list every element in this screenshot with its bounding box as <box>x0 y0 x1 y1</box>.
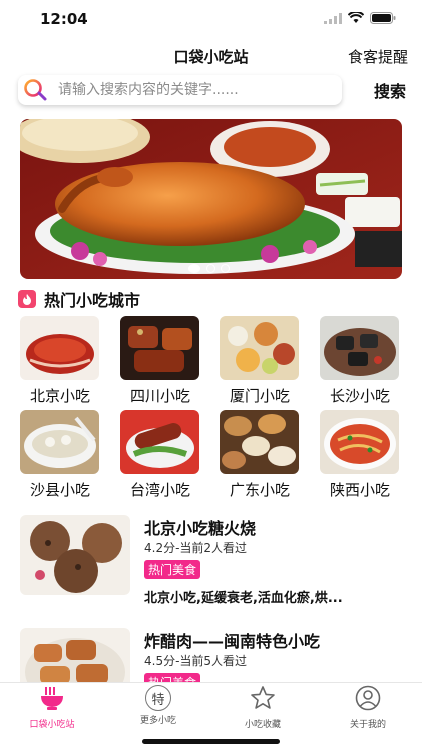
status-bar: 12:04 <box>0 0 422 40</box>
article-photo <box>20 515 130 595</box>
tab-home[interactable]: 口袋小吃站 <box>2 685 102 730</box>
home-indicator <box>142 739 280 744</box>
tab-bar: 口袋小吃站 特 更多小吃 小吃收藏 关于我的 <box>0 682 422 750</box>
city-item-changsha[interactable]: 长沙小吃 <box>320 316 400 406</box>
article-item[interactable]: 北京小吃糖火烧 4.2分-当前2人看过 热门美食 北京小吃,延缓衰老,活血化瘀,… <box>20 515 405 615</box>
article-meta: 4.5分-当前5人看过 <box>144 654 248 668</box>
carousel-dots <box>188 264 230 273</box>
search-button[interactable]: 搜索 <box>374 78 406 102</box>
search-icon <box>24 79 47 101</box>
signal-icon <box>324 12 342 24</box>
city-item-beijing[interactable]: 北京小吃 <box>20 316 100 406</box>
city-photo <box>120 316 199 380</box>
city-item-taiwan[interactable]: 台湾小吃 <box>120 410 200 500</box>
hot-cities-header: 热门小吃城市 <box>18 287 140 311</box>
special-badge-icon: 特 <box>145 685 171 711</box>
city-photo <box>20 410 99 474</box>
noodle-bowl-icon <box>41 687 63 710</box>
city-name: 厦门小吃 <box>229 387 290 405</box>
city-item-guangdong[interactable]: 广东小吃 <box>220 410 300 500</box>
city-name: 北京小吃 <box>29 387 90 405</box>
nav-bar: 口袋小吃站 食客提醒 <box>0 40 422 74</box>
city-item-sichuan[interactable]: 四川小吃 <box>120 316 200 406</box>
article-title: 炸醋肉——闽南特色小吃 <box>144 632 321 651</box>
section-title: 热门小吃城市 <box>44 291 141 310</box>
star-icon <box>251 686 275 709</box>
search-input[interactable] <box>58 75 334 105</box>
article-meta: 4.2分-当前2人看过 <box>144 541 248 555</box>
search-row: 搜索 <box>18 75 408 107</box>
city-photo <box>20 316 99 380</box>
wifi-icon <box>348 12 364 23</box>
carousel-dot[interactable] <box>206 264 215 273</box>
city-name: 长沙小吃 <box>329 387 390 405</box>
city-photo <box>220 410 299 474</box>
fire-icon <box>18 290 36 308</box>
banner-carousel[interactable] <box>20 119 402 279</box>
city-item-shaanxi[interactable]: 陕西小吃 <box>320 410 400 500</box>
search-box <box>18 75 342 105</box>
diner-reminder-button[interactable]: 食客提醒 <box>348 46 408 67</box>
city-photo <box>320 316 399 380</box>
city-name: 台湾小吃 <box>129 481 190 499</box>
tab-about-me[interactable]: 关于我的 <box>318 685 418 730</box>
city-name: 四川小吃 <box>129 387 190 405</box>
carousel-dot[interactable] <box>188 264 200 273</box>
city-name: 沙县小吃 <box>29 481 90 499</box>
city-photo <box>120 410 199 474</box>
tab-label: 小吃收藏 <box>244 720 281 730</box>
tab-favorites[interactable]: 小吃收藏 <box>213 685 313 730</box>
article-title: 北京小吃糖火烧 <box>144 519 257 538</box>
carousel-dot[interactable] <box>221 264 230 273</box>
tab-label: 关于我的 <box>349 720 386 730</box>
tab-label: 口袋小吃站 <box>29 720 75 730</box>
city-name: 陕西小吃 <box>329 481 390 499</box>
banner-image <box>20 119 402 279</box>
article-description: 北京小吃,延缓衰老,活血化瘀,烘... <box>144 591 343 606</box>
city-item-shaxian[interactable]: 沙县小吃 <box>20 410 100 500</box>
tab-more-snacks[interactable]: 特 更多小吃 <box>108 685 208 726</box>
city-photo <box>220 316 299 380</box>
article-tag: 热门美食 <box>144 560 201 579</box>
city-photo <box>320 410 399 474</box>
status-time: 12:04 <box>40 10 88 28</box>
tab-label: 更多小吃 <box>139 716 176 726</box>
city-item-xiamen[interactable]: 厦门小吃 <box>220 316 300 406</box>
person-icon <box>355 685 381 711</box>
status-icons <box>324 12 396 24</box>
badge-text: 特 <box>151 692 165 708</box>
city-name: 广东小吃 <box>229 481 290 499</box>
battery-icon <box>370 12 396 24</box>
